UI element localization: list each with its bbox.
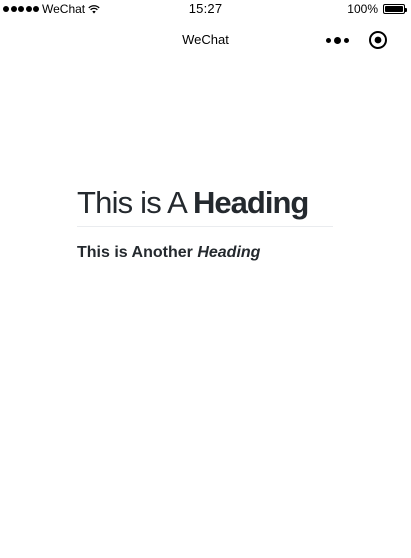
heading1-plain-text: This is A <box>77 185 194 220</box>
close-button[interactable] <box>368 30 388 50</box>
more-dots-icon <box>325 37 331 43</box>
more-menu-button[interactable] <box>322 32 352 48</box>
battery-percentage: 100% <box>347 2 378 16</box>
heading-level-2: This is Another Heading <box>77 242 333 264</box>
battery-icon <box>383 4 407 14</box>
heading1-bold-text: Heading <box>193 185 309 220</box>
status-bar: WeChat 15:27 100% <box>0 0 411 18</box>
heading-level-1: This is A Heading <box>77 184 333 227</box>
status-right: 100% <box>347 0 407 18</box>
nav-bar: WeChat <box>0 18 411 62</box>
more-dots-icon-right <box>343 37 349 43</box>
heading2-italic-text: Heading <box>197 244 261 261</box>
heading2-plain-text: This is Another <box>77 244 198 261</box>
main-content: This is A Heading This is Another Headin… <box>77 184 333 264</box>
more-dots-icon-center <box>333 36 341 44</box>
